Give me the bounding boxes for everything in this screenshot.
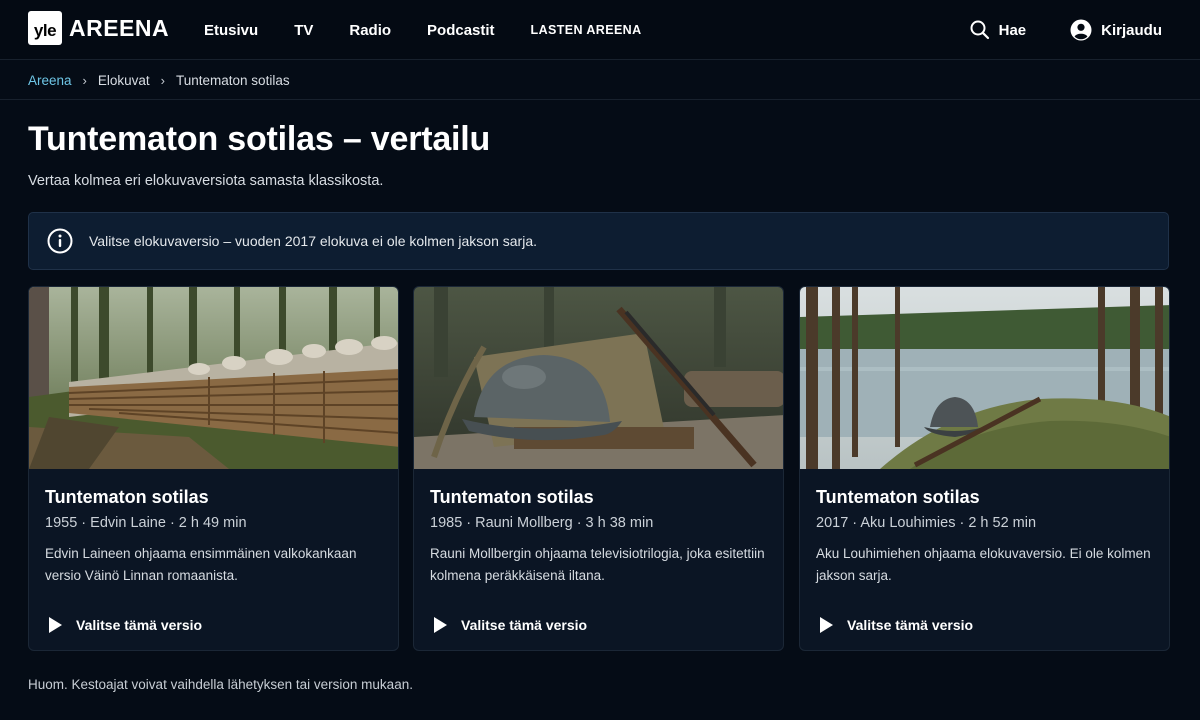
trench-photo: [29, 287, 398, 469]
card-description: Edvin Laineen ohjaama ensimmäinen valkok…: [45, 546, 357, 583]
page-subtitle: Vertaa kolmea eri elokuvaversiota samast…: [28, 173, 384, 189]
login-button[interactable]: Kirjaudu: [1070, 19, 1162, 41]
select-version-button[interactable]: Valitse tämä versio: [47, 616, 202, 634]
play-icon: [49, 617, 62, 633]
version-card-1955: Tuntematon sotilas 1955 · Edvin Laine · …: [28, 286, 399, 651]
footnote: Huom. Kestoajat voivat vaihdella lähetyk…: [28, 677, 413, 692]
nav-item-lasten-areena[interactable]: LASTEN AREENA: [531, 23, 642, 37]
card-title: Tuntematon sotilas: [816, 487, 980, 507]
yle-logo-badge: yle: [28, 11, 62, 45]
areena-wordmark: AREENA: [69, 14, 170, 41]
nav-item-etusivu[interactable]: Etusivu: [204, 22, 258, 39]
search-label: Hae: [998, 21, 1027, 39]
card-title: Tuntematon sotilas: [45, 487, 209, 507]
breadcrumb-areena[interactable]: Areena: [28, 73, 72, 88]
breadcrumb-elokuvat[interactable]: Elokuvat: [98, 73, 150, 88]
main-nav: Etusivu TV Radio Podcastit LASTEN AREENA: [204, 0, 678, 60]
nav-item-tv[interactable]: TV: [294, 22, 313, 39]
helmet-rifle-photo: [414, 287, 783, 469]
top-bar: yle AREENA Etusivu TV Radio Podcastit LA…: [0, 0, 1200, 60]
version-card-2017: Tuntematon sotilas 2017 · Aku Louhimies …: [799, 286, 1170, 651]
play-icon: [820, 617, 833, 633]
card-description: Rauni Mollbergin ohjaama televisiotrilog…: [430, 546, 765, 583]
info-icon: [47, 228, 73, 254]
breadcrumb: Areena › Elokuvat › Tuntematon sotilas: [0, 61, 1200, 100]
select-version-label: Valitse tämä versio: [76, 617, 203, 633]
info-notice: Valitse elokuvaversio – vuoden 2017 elok…: [28, 212, 1169, 270]
nav-item-radio[interactable]: Radio: [349, 22, 391, 39]
version-cards: Tuntematon sotilas 1955 · Edvin Laine · …: [28, 286, 1170, 651]
yle-areena-logo[interactable]: yle AREENA: [28, 11, 169, 45]
search-button[interactable]: Hae: [970, 20, 1027, 40]
select-version-button[interactable]: Valitse tämä versio: [432, 616, 587, 634]
search-icon: [970, 20, 989, 40]
header-actions: Hae Kirjaudu: [970, 0, 1162, 60]
card-meta: 2017 · Aku Louhimies · 2 h 52 min: [816, 515, 1037, 531]
select-version-label: Valitse tämä versio: [461, 617, 588, 633]
nav-item-podcastit[interactable]: Podcastit: [427, 22, 495, 39]
select-version-label: Valitse tämä versio: [847, 617, 974, 633]
card-description: Aku Louhimiehen ohjaama elokuvaversio. E…: [816, 546, 1151, 583]
page-title: Tuntematon sotilas – vertailu: [28, 120, 491, 158]
lake-helmet-photo: [800, 287, 1169, 469]
card-meta: 1955 · Edvin Laine · 2 h 49 min: [45, 515, 247, 531]
user-icon: [1070, 19, 1092, 41]
card-meta: 1985 · Rauni Mollberg · 3 h 38 min: [430, 515, 654, 531]
info-text: Valitse elokuvaversio – vuoden 2017 elok…: [89, 233, 538, 249]
play-icon: [434, 617, 447, 633]
card-title: Tuntematon sotilas: [430, 487, 594, 507]
breadcrumb-separator: ›: [82, 72, 87, 88]
version-card-1985: Tuntematon sotilas 1985 · Rauni Mollberg…: [413, 286, 784, 651]
select-version-button[interactable]: Valitse tämä versio: [818, 616, 973, 634]
login-label: Kirjaudu: [1101, 21, 1162, 39]
breadcrumb-separator: ›: [160, 72, 166, 88]
breadcrumb-current: Tuntematon sotilas: [176, 72, 290, 88]
